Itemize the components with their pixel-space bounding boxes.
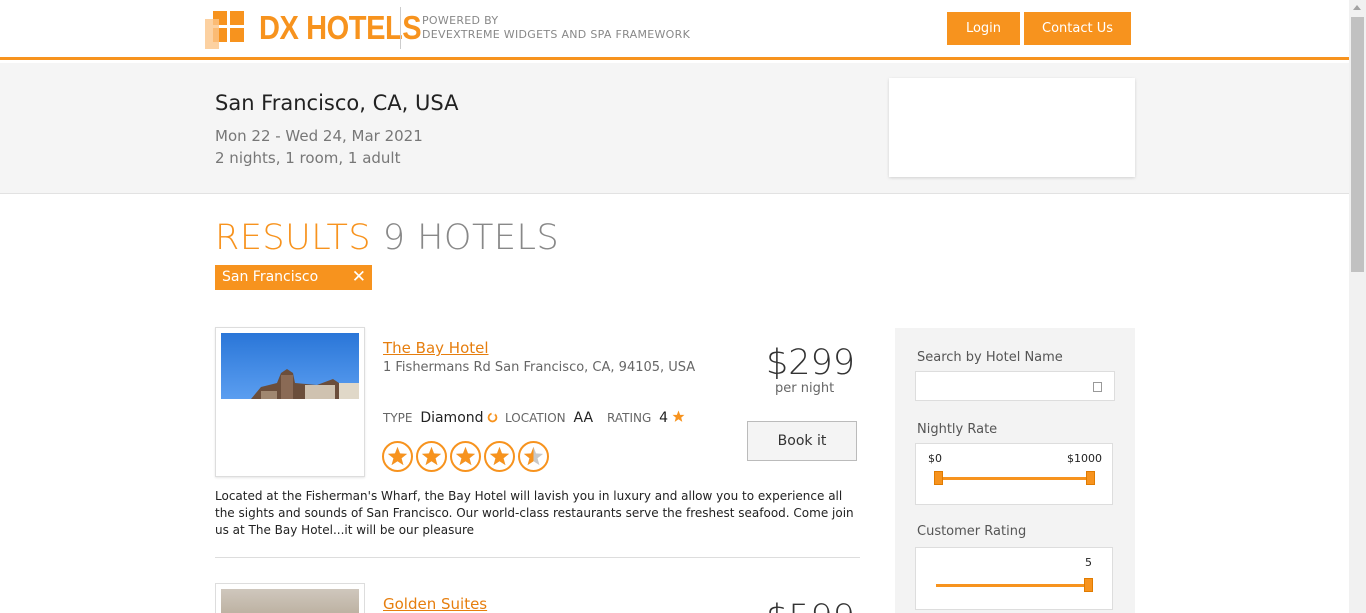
star-icon — [672, 410, 685, 422]
hotel-type: TYPE Diamond — [383, 410, 498, 426]
powered-line-2: DEVEXTREME WIDGETS AND SPA FRAMEWORK — [422, 28, 691, 41]
rating-value: 4 — [659, 410, 669, 426]
brand-name[interactable]: DX HOTELS — [259, 9, 422, 47]
hotel-thumbnail[interactable] — [215, 583, 365, 613]
customer-rating-slider[interactable]: 5 — [915, 547, 1113, 610]
location-label: LOCATION — [505, 411, 566, 425]
map-panel[interactable] — [889, 78, 1135, 177]
logo-divider — [400, 7, 401, 49]
close-icon[interactable]: ✕ — [352, 265, 366, 290]
contact-us-button[interactable]: Contact Us — [1024, 12, 1131, 45]
rating-star-icon[interactable] — [518, 441, 549, 472]
filter-tag: San Francisco ✕ — [215, 265, 372, 290]
search-dates: Mon 22 - Wed 24, Mar 2021 — [215, 127, 423, 145]
rate-slider-track — [938, 477, 1090, 480]
hotel-price: $299 — [766, 343, 856, 383]
hotel-photo — [221, 589, 359, 613]
nightly-rate-label: Nightly Rate — [917, 422, 998, 437]
scrollbar-thumb[interactable] — [1351, 17, 1364, 272]
search-summary: San Francisco, CA, USA Mon 22 - Wed 24, … — [0, 63, 1349, 194]
page-scrollbar[interactable] — [1349, 0, 1366, 613]
refresh-icon — [488, 412, 498, 423]
hotel-address: 1 Fishermans Rd San Francisco, CA, 94105… — [383, 360, 696, 375]
rate-max-handle[interactable] — [1086, 471, 1095, 485]
results-count: 9 HOTELS — [382, 218, 560, 258]
hotel-name-filter-label: Search by Hotel Name — [917, 350, 1063, 365]
rating-star-icon[interactable] — [416, 441, 447, 472]
divider — [215, 557, 860, 558]
hotel-description: Located at the Fisherman's Wharf, the Ba… — [215, 489, 854, 537]
rating-star-icon[interactable] — [484, 441, 515, 472]
hotel-thumbnail[interactable] — [215, 327, 365, 477]
rate-max-label: $1000 — [1067, 452, 1102, 465]
top-header: DX HOTELS POWERED BY DEVEXTREME WIDGETS … — [0, 0, 1349, 60]
hotel-location: LOCATION AA — [505, 410, 593, 426]
customer-rating-label: Customer Rating — [917, 524, 1027, 539]
logo-icon — [205, 11, 244, 49]
hotel-name-link[interactable]: Golden Suites — [383, 595, 487, 613]
location-value: AA — [573, 410, 594, 426]
rate-min-label: $0 — [928, 452, 942, 465]
search-city: San Francisco, CA, USA — [215, 91, 459, 115]
hotel-name-link[interactable]: The Bay Hotel — [383, 339, 489, 357]
login-button[interactable]: Login — [947, 12, 1020, 45]
rating-slider-value: 5 — [1085, 556, 1092, 569]
type-value: Diamond — [420, 410, 484, 426]
book-it-button[interactable]: Book it — [747, 421, 857, 461]
search-icon — [1093, 382, 1102, 392]
hotel-rating: RATING 4 — [607, 410, 685, 426]
scroll-up-icon[interactable] — [1353, 5, 1361, 10]
hotel-name-search-input[interactable] — [915, 371, 1115, 401]
filter-tag-label: San Francisco — [222, 269, 319, 285]
rating-star-icon[interactable] — [450, 441, 481, 472]
hotel-photo — [221, 333, 359, 399]
powered-line-1: POWERED BY — [422, 14, 499, 27]
rating-star-icon[interactable] — [382, 441, 413, 472]
search-guests: 2 nights, 1 room, 1 adult — [215, 149, 401, 167]
rate-min-handle[interactable] — [934, 471, 943, 485]
type-label: TYPE — [383, 411, 413, 425]
hotel-price: $599 — [766, 598, 855, 613]
per-night-label: per night — [775, 381, 835, 396]
results-label: RESULTS — [215, 218, 372, 258]
filter-panel: Search by Hotel Name Nightly Rate $0 $10… — [895, 328, 1135, 613]
nightly-rate-slider[interactable]: $0 $1000 — [915, 443, 1113, 505]
powered-by: POWERED BY DEVEXTREME WIDGETS AND SPA FR… — [422, 14, 690, 42]
rating-slider-handle[interactable] — [1084, 578, 1093, 592]
rating-slider-track — [936, 584, 1088, 587]
star-rating[interactable] — [382, 441, 549, 472]
results-heading: RESULTS 9 HOTELS — [215, 218, 559, 258]
rating-label: RATING — [607, 411, 652, 425]
